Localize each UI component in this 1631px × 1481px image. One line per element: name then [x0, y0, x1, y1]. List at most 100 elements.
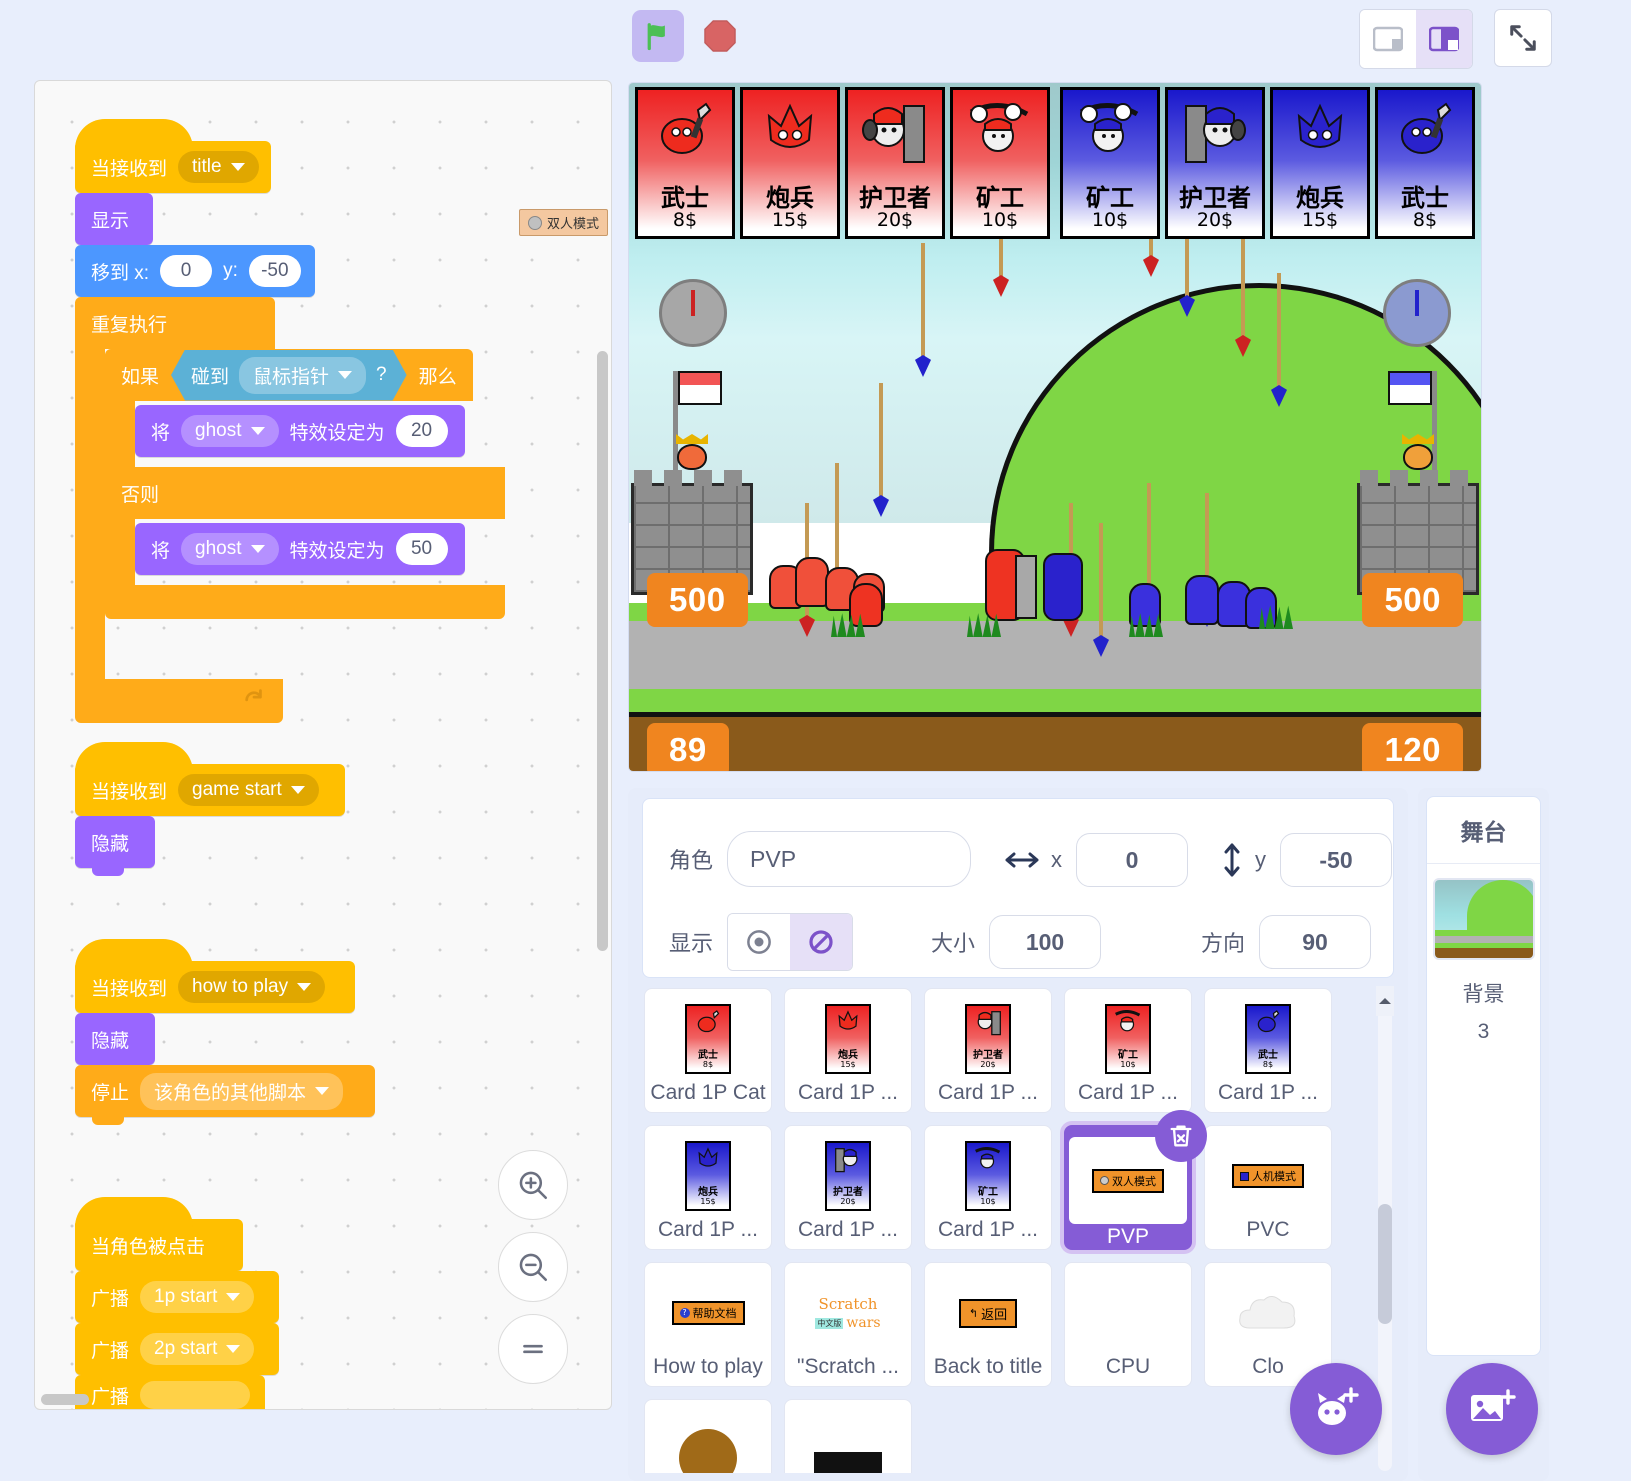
block-set-effect-20[interactable]: 将 ghost 特效设定为 20	[135, 405, 465, 457]
broadcast-dropdown-howtoplay[interactable]: how to play	[178, 971, 326, 1003]
sprite-name-input[interactable]: PVP	[727, 831, 972, 887]
stage-card-red-3[interactable]: 矿工 10$	[950, 87, 1050, 239]
script-when-clicked[interactable]: 当角色被点击 广播 1p start 广播 2p start 广播	[75, 1197, 279, 1409]
sprite-list[interactable]: 武士 8$ Card 1P Cat 炮兵 15$ Card 1P ... 护卫者…	[642, 986, 1394, 1473]
spear	[1271, 273, 1287, 407]
delete-sprite-button[interactable]	[1155, 1110, 1207, 1162]
blue-king-sprite	[1402, 434, 1434, 472]
sprite-list-item-how-to-play[interactable]: ? 帮助文档 How to play	[644, 1262, 772, 1387]
zoom-in-button[interactable]	[498, 1150, 568, 1220]
zoom-reset-icon	[523, 1344, 543, 1354]
sprite-list-item-blob[interactable]	[644, 1399, 772, 1473]
broadcast-message-dropdown-1p[interactable]: 1p start	[140, 1281, 255, 1313]
sprite-list-item-card-2p-miner[interactable]: 矿工 10$ Card 1P ...	[924, 1125, 1052, 1250]
sprite-list-item-scratch-wars[interactable]: Scratch 中文版 wars "Scratch ...	[784, 1262, 912, 1387]
block-when-broadcast-gamestart[interactable]: 当接收到 game start	[75, 742, 345, 816]
block-if-else[interactable]: 如果 碰到 鼠标指针 ? 那么 将 ghost 特效设定为 20 否则 将 gh…	[105, 349, 505, 619]
script-how-to-play[interactable]: 当接收到 how to play 隐藏 停止 该角色的其他脚本	[75, 939, 375, 1125]
show-label: 显示	[91, 210, 130, 232]
sprite-list-item-card-2p-cat[interactable]: 武士 8$ Card 1P ...	[1204, 988, 1332, 1113]
block-broadcast-1p[interactable]: 广播 1p start	[75, 1271, 279, 1331]
sprite-list-grid: 武士 8$ Card 1P Cat 炮兵 15$ Card 1P ... 护卫者…	[642, 986, 1394, 1473]
zoom-reset-button[interactable]	[498, 1314, 568, 1384]
sprite-list-scrollbar-thumb[interactable]	[1378, 1204, 1392, 1324]
sprite-list-scroll-up-button[interactable]	[1376, 986, 1394, 1016]
fullscreen-button[interactable]	[1494, 9, 1552, 67]
stage-card-red-1[interactable]: 炮兵 15$	[740, 87, 840, 239]
code-vertical-scrollbar[interactable]	[597, 351, 608, 951]
block-show[interactable]: 显示	[75, 193, 153, 253]
green-flag-button[interactable]	[632, 10, 684, 62]
goto-y-label: y:	[223, 260, 238, 281]
effect-amount-input[interactable]: 50	[395, 533, 448, 565]
block-touching[interactable]: 碰到 鼠标指针 ?	[171, 350, 407, 401]
show-sprite-button[interactable]	[728, 914, 791, 970]
sprite-list-item-cpu[interactable]: CPU	[1064, 1262, 1192, 1387]
block-goto-xy[interactable]: 移到 x: 0 y: -50	[75, 245, 315, 305]
sprite-list-item-card-1p-guard[interactable]: 护卫者 20$ Card 1P ...	[924, 988, 1052, 1113]
block-stop-other-scripts[interactable]: 停止 该角色的其他脚本	[75, 1065, 375, 1125]
broadcast-dropdown-title[interactable]: title	[178, 151, 259, 183]
code-horizontal-scrollbar[interactable]	[41, 1394, 89, 1405]
stop-target-dropdown[interactable]: 该角色的其他脚本	[140, 1072, 344, 1110]
effect-amount-input[interactable]: 20	[395, 415, 448, 447]
stage-card[interactable]: 舞台 背景 3	[1426, 796, 1541, 1356]
sprite-x-input[interactable]: 0	[1076, 833, 1188, 887]
effect-dropdown[interactable]: ghost	[181, 415, 279, 447]
block-when-sprite-clicked[interactable]: 当角色被点击	[75, 1197, 243, 1271]
sprite-list-item-card-1p-miner[interactable]: 矿工 10$ Card 1P ...	[1064, 988, 1192, 1113]
small-stage-button[interactable]	[1360, 10, 1416, 68]
block-hide[interactable]: 隐藏	[75, 1013, 155, 1073]
goto-x-input[interactable]: 0	[160, 255, 213, 287]
if-arm	[105, 401, 135, 467]
hide-sprite-button[interactable]	[790, 914, 853, 970]
block-forever[interactable]: 重复执行 如果 碰到 鼠标指针 ? 那么 将 ghost 特效设定为 20 否则…	[75, 297, 505, 723]
add-sprite-button[interactable]	[1290, 1363, 1382, 1455]
sprite-list-item-bar[interactable]	[784, 1399, 912, 1473]
block-hide[interactable]: 隐藏	[75, 816, 155, 876]
sprite-y-input[interactable]: -50	[1280, 833, 1392, 887]
stage-card-blue-1[interactable]: 护卫者 20$	[1165, 87, 1265, 239]
small-stage-icon	[1373, 26, 1403, 52]
broadcast-message-dropdown-2p[interactable]: 2p start	[140, 1333, 255, 1365]
stage-card-blue-0[interactable]: 矿工 10$	[1060, 87, 1160, 239]
sprite-size-row: 大小 100	[931, 915, 1102, 969]
stage-grass-lower	[629, 689, 1481, 717]
stage-card-blue-2[interactable]: 炮兵 15$	[1270, 87, 1370, 239]
block-when-broadcast-howtoplay[interactable]: 当接收到 how to play	[75, 939, 355, 1013]
stage[interactable]: 武士 8$ 炮兵 15$ 护卫者 20$ 矿工 10$ 矿工 10$ 护卫者 2…	[628, 82, 1482, 772]
broadcast-dropdown-gamestart[interactable]: game start	[178, 774, 319, 806]
stage-card-red-2[interactable]: 护卫者 20$	[845, 87, 945, 239]
touching-target-dropdown[interactable]: 鼠标指针	[239, 357, 366, 394]
backdrop-thumbnail[interactable]	[1432, 878, 1535, 960]
backdrops-count: 3	[1477, 1020, 1490, 1043]
goto-y-input[interactable]: -50	[248, 255, 301, 287]
script-title[interactable]: 当接收到 title 显示 移到 x: 0 y: -50 重复执行 如果 碰到 …	[75, 119, 505, 723]
sprite-list-item-pvp[interactable]: 双人模式 PVP	[1064, 1110, 1207, 1250]
add-backdrop-button[interactable]	[1446, 1363, 1538, 1455]
sprite-list-item-card-1p-gobo[interactable]: 炮兵 15$ Card 1P ...	[784, 988, 912, 1113]
effect-dropdown[interactable]: ghost	[181, 533, 279, 565]
stop-button[interactable]	[694, 10, 746, 62]
stage-card-red-0[interactable]: 武士 8$	[635, 87, 735, 239]
sprite-list-item-card-1p-cat[interactable]: 武士 8$ Card 1P Cat	[644, 988, 772, 1113]
zoom-out-button[interactable]	[498, 1232, 568, 1302]
block-set-effect-50[interactable]: 将 ghost 特效设定为 50	[135, 523, 465, 575]
else-header: 否则	[105, 467, 505, 519]
block-broadcast-2p[interactable]: 广播 2p start	[75, 1323, 279, 1383]
block-broadcast-next[interactable]: 广播	[75, 1375, 265, 1409]
blue-guard	[1039, 553, 1099, 633]
large-stage-button[interactable]	[1416, 10, 1472, 68]
block-when-broadcast-title[interactable]: 当接收到 title	[75, 119, 271, 193]
stage-card-blue-3[interactable]: 武士 8$	[1375, 87, 1475, 239]
sprite-direction-input[interactable]: 90	[1259, 915, 1372, 969]
sprite-list-item-card-2p-guard[interactable]: 护卫者 20$ Card 1P ...	[784, 1125, 912, 1250]
mini-card-price: 15$	[840, 1060, 856, 1070]
sprite-list-item-back-to-title[interactable]: ↰ 返回 Back to title	[924, 1262, 1052, 1387]
sprite-size-input[interactable]: 100	[989, 915, 1102, 969]
sprite-list-item-card-2p-gobo[interactable]: 炮兵 15$ Card 1P ...	[644, 1125, 772, 1250]
sprite-list-item-pvc[interactable]: 人机模式 PVC	[1204, 1125, 1332, 1250]
broadcast-message-dropdown-next[interactable]	[140, 1381, 251, 1409]
touching-question: ?	[376, 364, 387, 385]
script-game-start[interactable]: 当接收到 game start 隐藏	[75, 742, 345, 876]
